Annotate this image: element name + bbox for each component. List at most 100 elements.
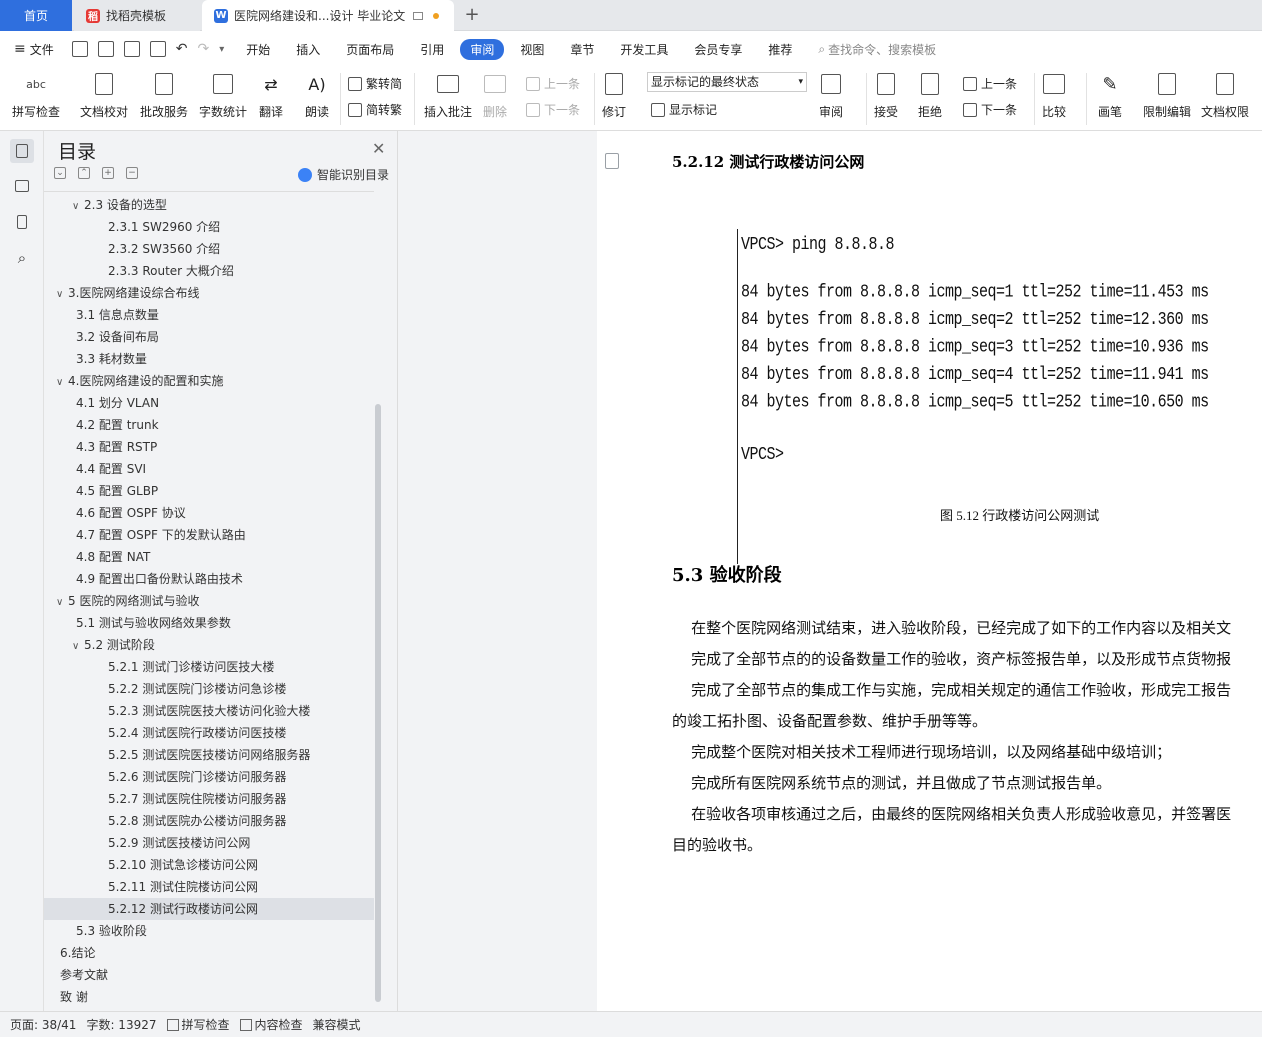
quick-access-dropdown-icon[interactable]: ▾ (219, 44, 224, 55)
redo-icon[interactable]: ↷ (197, 41, 209, 57)
document-page[interactable]: 5.2.12 测试行政楼访问公网 VPCS> ping 8.8.8.8 84 by… (597, 131, 1262, 1011)
next-change-button[interactable]: 下一条 (963, 101, 1017, 118)
spell-check-status[interactable]: 拼写检查 (166, 1016, 230, 1033)
menu-view[interactable]: 视图 (520, 41, 544, 58)
toc-item[interactable]: 致 谢 (44, 986, 374, 1008)
read-aloud-button[interactable]: A) 朗读 (304, 71, 330, 120)
unsaved-dot-icon[interactable] (433, 12, 440, 19)
menu-section[interactable]: 章节 (570, 41, 594, 58)
word-count-indicator[interactable]: 字数: 13927 (86, 1016, 156, 1033)
spell-check-button[interactable]: abc 拼写检查 (12, 71, 60, 120)
prev-change-button[interactable]: 上一条 (963, 75, 1017, 92)
menu-start[interactable]: 开始 (246, 41, 270, 58)
toc-item[interactable]: 6.结论 (44, 942, 374, 964)
toc-scrollbar[interactable] (375, 404, 381, 1002)
simp-to-trad-button[interactable]: 简转繁 (348, 101, 402, 118)
toc-item[interactable]: 3.1 信息点数量 (44, 304, 374, 326)
doc-permission-button[interactable]: 文档权限 (1201, 71, 1249, 120)
pen-button[interactable]: ✎ 画笔 (1097, 71, 1123, 120)
tab-template[interactable]: 稻 找稻壳模板 (74, 0, 200, 31)
markup-state-select[interactable]: 显示标记的最终状态 ▾ (647, 72, 807, 92)
toc-item[interactable]: 2.3.2 SW3560 介绍 (44, 238, 374, 260)
accept-button[interactable]: 接受 (873, 71, 899, 120)
toc-item[interactable]: 4.9 配置出口备份默认路由技术 (44, 568, 374, 590)
toc-item[interactable]: 3.2 设备间布局 (44, 326, 374, 348)
bookmark-icon[interactable] (10, 210, 34, 234)
insert-comment-button[interactable]: 插入批注 (424, 71, 472, 120)
chevron-down-icon[interactable]: ∨ (56, 372, 68, 394)
content-check-status[interactable]: 内容检查 (239, 1016, 303, 1033)
chevron-down-icon[interactable]: ∨ (56, 592, 68, 614)
menu-recommend[interactable]: 推荐 (768, 41, 792, 58)
toc-item[interactable]: 5.2.3 测试医院医技大楼访问化验大楼 (44, 700, 374, 722)
menu-references[interactable]: 引用 (420, 41, 444, 58)
chevron-down-icon[interactable]: ∨ (72, 196, 84, 218)
toc-item[interactable]: 5.1 测试与验收网络效果参数 (44, 612, 374, 634)
tab-home[interactable]: 首页 (0, 0, 72, 31)
trad-to-simp-button[interactable]: 繁转简 (348, 75, 402, 92)
track-changes-button[interactable]: 修订 (601, 71, 627, 120)
save-icon[interactable] (71, 41, 88, 57)
toc-item[interactable]: 5.2.9 测试医技楼访问公网 (44, 832, 374, 854)
file-menu[interactable]: ≡ 文件 (14, 41, 54, 58)
toc-item[interactable]: ∨ 2.3 设备的选型 (44, 194, 374, 216)
add-level-icon[interactable]: + (102, 167, 114, 179)
page-indicator[interactable]: 页面: 38/41 (10, 1016, 76, 1033)
toc-item[interactable]: 2.3.3 Router 大概介绍 (44, 260, 374, 282)
menu-member[interactable]: 会员专享 (694, 41, 742, 58)
revise-service-button[interactable]: 批改服务 (140, 71, 188, 120)
toc-item[interactable]: 5.2.12 测试行政楼访问公网 (44, 898, 374, 920)
toc-item[interactable]: 4.4 配置 SVI (44, 458, 374, 480)
toc-item[interactable]: ∨ 5.2 测试阶段 (44, 634, 374, 656)
toc-item[interactable]: 5.2.10 测试急诊楼访问公网 (44, 854, 374, 876)
menu-page-layout[interactable]: 页面布局 (346, 41, 394, 58)
collapse-all-icon[interactable]: ⌄ (54, 167, 66, 179)
compare-button[interactable]: 比较 (1041, 71, 1067, 120)
toc-item[interactable]: 5.3 验收阶段 (44, 920, 374, 942)
command-search[interactable]: ⌕ 查找命令、搜索模板 (818, 41, 936, 58)
toc-item[interactable]: 4.2 配置 trunk (44, 414, 374, 436)
print-preview-icon[interactable] (149, 41, 166, 57)
restrict-edit-button[interactable]: 限制编辑 (1143, 71, 1191, 120)
new-tab-button[interactable]: + (462, 4, 482, 26)
tab-document[interactable]: W 医院网络建设和...设计 毕业论文 (202, 0, 454, 31)
chevron-down-icon[interactable]: ∨ (72, 636, 84, 658)
smart-toc-button[interactable]: 智能识别目录 (298, 166, 389, 183)
next-comment-button[interactable]: 下一条 (526, 101, 580, 118)
remove-level-icon[interactable]: − (126, 167, 138, 179)
word-count-button[interactable]: 字数统计 (199, 71, 247, 120)
toc-item[interactable]: 5.2.11 测试住院楼访问公网 (44, 876, 374, 898)
toc-pane-icon[interactable] (10, 139, 34, 163)
toc-item[interactable]: 4.5 配置 GLBP (44, 480, 374, 502)
toc-item[interactable]: 4.6 配置 OSPF 协议 (44, 502, 374, 524)
toc-item[interactable]: 4.8 配置 NAT (44, 546, 374, 568)
export-pdf-icon[interactable] (97, 41, 114, 57)
toc-item[interactable]: 4.1 划分 VLAN (44, 392, 374, 414)
toc-item[interactable]: 参考文献 (44, 964, 374, 986)
chevron-down-icon[interactable]: ∨ (56, 284, 68, 306)
toc-item[interactable]: ∨ 5 医院的网络测试与验收 (44, 590, 374, 612)
print-icon[interactable] (123, 41, 140, 57)
show-markup-button[interactable]: 显示标记 (651, 101, 717, 118)
menu-developer[interactable]: 开发工具 (620, 41, 668, 58)
proofread-button[interactable]: 文档校对 (80, 71, 128, 120)
reject-button[interactable]: 拒绝 (917, 71, 943, 120)
menu-insert[interactable]: 插入 (296, 41, 320, 58)
translate-button[interactable]: ⇄ 翻译 (258, 71, 284, 120)
toc-item[interactable]: 5.2.8 测试医院办公楼访问服务器 (44, 810, 374, 832)
expand-all-icon[interactable]: ⌃ (78, 167, 90, 179)
toc-item[interactable]: ∨ 4.医院网络建设的配置和实施 (44, 370, 374, 392)
review-pane-button[interactable]: 审阅 (818, 71, 844, 120)
toc-item[interactable]: 4.3 配置 RSTP (44, 436, 374, 458)
toc-item[interactable]: 2.3.1 SW2960 介绍 (44, 216, 374, 238)
page-outline-icon[interactable] (605, 153, 619, 169)
toc-item[interactable]: 4.7 配置 OSPF 下的发默认路由 (44, 524, 374, 546)
undo-icon[interactable]: ↶ (176, 41, 188, 57)
toc-item[interactable]: 3.3 耗材数量 (44, 348, 374, 370)
toc-item[interactable]: 5.2.4 测试医院行政楼访问医技楼 (44, 722, 374, 744)
toc-item[interactable]: ∨ 3.医院网络建设综合布线 (44, 282, 374, 304)
search-icon[interactable]: ⌕ (10, 246, 34, 270)
close-icon[interactable]: ✕ (372, 139, 385, 158)
toc-item[interactable]: 5.2.1 测试门诊楼访问医技大楼 (44, 656, 374, 678)
menu-review[interactable]: 审阅 (460, 38, 505, 60)
